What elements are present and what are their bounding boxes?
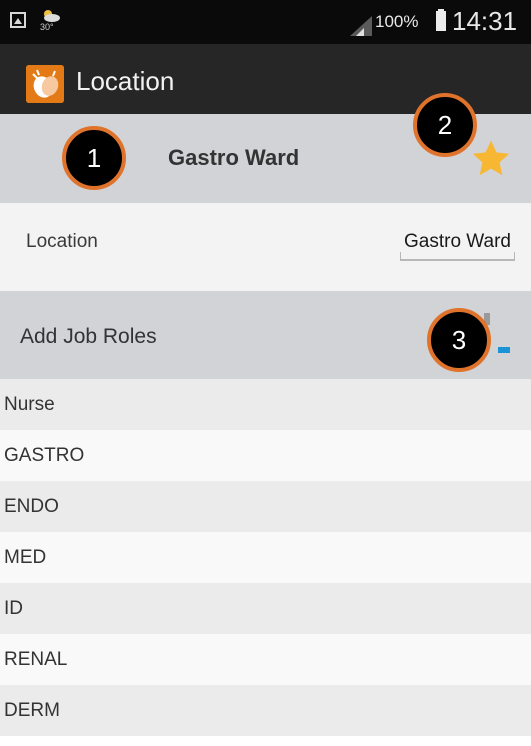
weather-temperature: 30° bbox=[40, 22, 54, 32]
clapping-hands-icon[interactable] bbox=[26, 65, 64, 103]
job-role-item[interactable]: GASTRO bbox=[0, 430, 531, 481]
clock: 14:31 bbox=[452, 6, 518, 36]
battery-percentage: 100% bbox=[375, 12, 419, 31]
location-field-label: Location bbox=[26, 231, 98, 252]
job-role-item[interactable]: Nurse bbox=[0, 379, 531, 430]
favorite-star-icon[interactable] bbox=[470, 138, 512, 180]
location-field-row: Location Gastro Ward bbox=[0, 203, 531, 291]
job-role-item[interactable]: ID bbox=[0, 583, 531, 634]
job-role-item[interactable]: MED bbox=[0, 532, 531, 583]
job-role-item[interactable]: DERM bbox=[0, 685, 531, 736]
add-job-roles-label: Add Job Roles bbox=[20, 325, 157, 348]
job-role-list: Nurse GASTRO ENDO MED ID RENAL DERM bbox=[0, 379, 531, 736]
job-role-item[interactable]: ENDO bbox=[0, 481, 531, 532]
annotation-badge-3: 3 bbox=[427, 308, 491, 372]
battery-icon bbox=[436, 9, 446, 31]
job-role-item[interactable]: RENAL bbox=[0, 634, 531, 685]
location-header-title: Gastro Ward bbox=[168, 145, 300, 170]
annotation-badge-2: 2 bbox=[413, 93, 477, 157]
annotation-badge-1: 1 bbox=[62, 126, 126, 190]
image-notification-icon bbox=[10, 12, 26, 28]
status-bar: 30° 100% 14:31 bbox=[0, 0, 531, 44]
location-field-value[interactable]: Gastro Ward bbox=[400, 227, 515, 261]
signal-strength-icon bbox=[350, 16, 372, 36]
page-title: Location bbox=[76, 66, 175, 96]
